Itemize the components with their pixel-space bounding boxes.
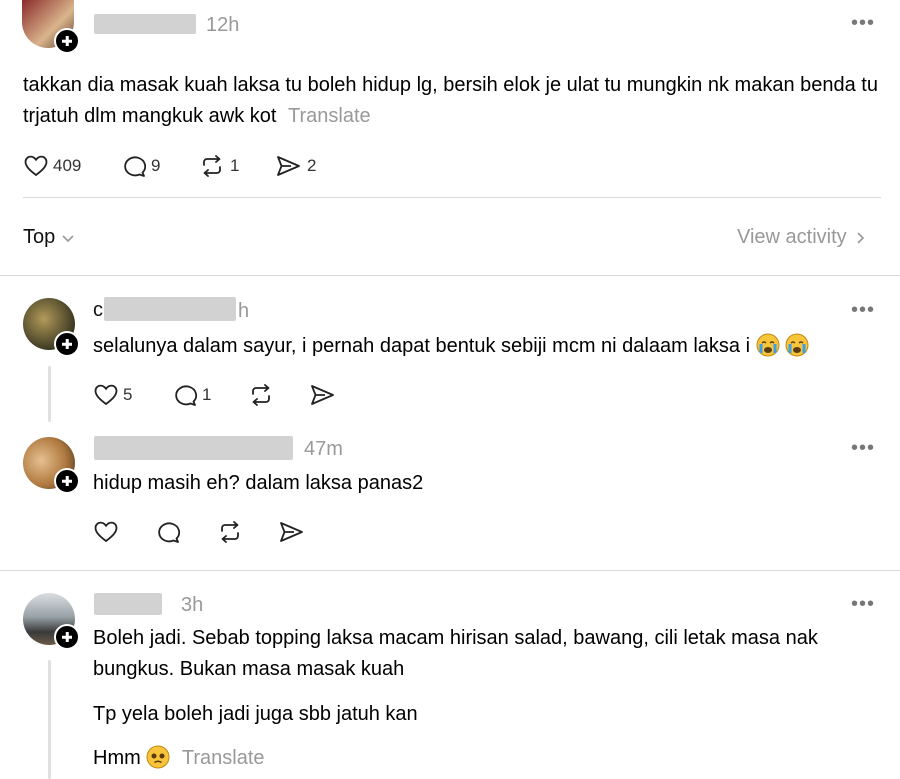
comment-icon [158,522,180,543]
sort-label: Top [23,226,56,248]
chevron-down-icon [62,234,74,242]
comment-icon [175,385,197,406]
thread-line [48,366,51,422]
share-button[interactable] [310,384,336,406]
share-icon [280,522,303,542]
translate-link[interactable]: Translate [288,105,371,127]
repost-button[interactable]: 1 [199,155,239,177]
post-text: takkan dia masak kuah laksa tu boleh hid… [23,70,883,132]
username-redacted[interactable] [104,297,236,321]
heart-icon [94,384,118,406]
like-button[interactable]: 409 [24,155,81,177]
heart-icon [94,521,118,543]
post-time: 12h [206,14,240,36]
username-initial[interactable]: c [93,299,103,322]
like-button[interactable]: 5 [94,384,132,406]
pleading-face-icon [146,745,170,769]
view-activity-label: View activity [737,226,847,248]
sort-dropdown[interactable]: Top [23,226,75,249]
comment-text: hidup masih eh? dalam laksa panas2 [93,472,424,494]
username-redacted[interactable] [94,593,162,615]
divider [0,570,900,571]
heart-icon [24,155,48,177]
reply-button[interactable] [156,521,180,543]
repost-icon [221,521,239,543]
comment-text: Tp yela boleh jadi juga sbb jatuh kan [93,703,418,725]
more-icon[interactable]: ••• [851,437,875,460]
crying-face-icon [785,333,809,357]
like-count: 409 [53,156,82,175]
thread-line [48,660,51,779]
reply-count: 9 [151,156,161,175]
comment-time: h [238,300,250,322]
share-button[interactable] [279,521,305,543]
like-button[interactable] [94,521,118,543]
more-icon[interactable]: ••• [851,12,875,35]
view-activity-link[interactable]: View activity [737,226,865,249]
more-icon[interactable]: ••• [851,299,875,322]
share-button[interactable]: 2 [276,155,316,177]
comment-body: selalunya dalam sayur, i pernah dapat be… [93,335,751,357]
divider [0,275,900,276]
username-redacted[interactable] [94,14,196,34]
like-count: 5 [123,385,133,404]
share-icon [311,385,334,405]
follow-plus-icon[interactable] [54,624,80,650]
repost-button[interactable] [217,521,243,543]
repost-icon [203,155,221,177]
share-icon [277,156,300,176]
follow-plus-icon[interactable] [54,28,80,54]
comment-time: 3h [181,594,204,616]
crying-face-icon [756,333,780,357]
repost-icon [252,384,270,406]
repost-button[interactable] [248,384,274,406]
share-count: 2 [307,156,317,175]
follow-plus-icon[interactable] [54,468,80,494]
more-icon[interactable]: ••• [851,593,875,616]
comment-text: Hmm Translate [93,743,883,774]
comment-time: 47m [304,438,343,460]
reply-count: 1 [202,385,212,404]
translate-link[interactable]: Translate [182,747,265,769]
reply-button[interactable]: 9 [122,155,160,177]
comment-text: Boleh jadi. Sebab topping laksa macam hi… [93,627,818,680]
chevron-right-icon [857,231,864,244]
comment-icon [124,156,146,177]
follow-plus-icon[interactable] [54,331,80,357]
reply-button[interactable]: 1 [173,384,211,406]
comment-body: Hmm [93,747,141,769]
repost-count: 1 [230,156,240,175]
username-redacted[interactable] [94,436,293,460]
comment-text: selalunya dalam sayur, i pernah dapat be… [93,331,883,362]
divider [23,197,881,198]
post-body: takkan dia masak kuah laksa tu boleh hid… [23,74,878,127]
